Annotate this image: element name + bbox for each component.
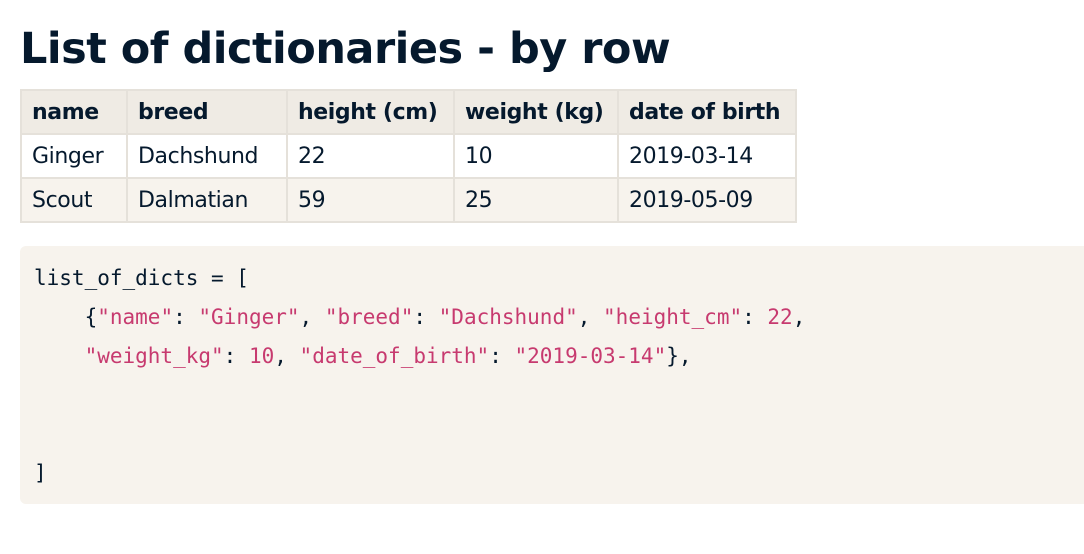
table-header-row: name breed height (cm) weight (kg) date … xyxy=(20,89,797,135)
page-title: List of dictionaries - by row xyxy=(20,24,671,74)
code-line-2: {"name": "Ginger", "breed": "Dachshund",… xyxy=(34,298,1084,337)
column-header-date-of-birth: date of birth xyxy=(617,89,797,135)
code-text: ] xyxy=(34,461,47,485)
code-number: 10 xyxy=(248,344,275,368)
code-punct: , xyxy=(274,344,300,368)
table-cell: Dachshund xyxy=(126,133,288,179)
code-punct: : xyxy=(413,305,439,329)
code-text: list_of_dicts = [ xyxy=(34,266,249,290)
code-punct: { xyxy=(84,305,98,329)
column-header-height: height (cm) xyxy=(286,89,455,135)
code-string: "date_of_birth" xyxy=(299,344,490,368)
table-row: Ginger Dachshund 22 10 2019-03-14 xyxy=(20,133,797,179)
code-line-1: list_of_dicts = [ xyxy=(34,259,1084,298)
code-string: "Ginger" xyxy=(198,305,300,329)
column-header-weight: weight (kg) xyxy=(453,89,619,135)
table-cell: Ginger xyxy=(20,133,128,179)
code-string: "breed" xyxy=(324,305,414,329)
code-line-3: "weight_kg": 10, "date_of_birth": "2019-… xyxy=(34,337,1084,376)
table-cell: Scout xyxy=(20,177,128,223)
code-string: "height_cm" xyxy=(603,305,743,329)
code-line-6: ] xyxy=(34,454,1084,493)
code-string: "2019-03-14" xyxy=(514,344,667,368)
table-cell: 2019-05-09 xyxy=(617,177,797,223)
table-row: Scout Dalmatian 59 25 2019-05-09 xyxy=(20,177,797,223)
code-punct: : xyxy=(223,344,249,368)
code-punct: : xyxy=(489,344,515,368)
code-block: list_of_dicts = [ {"name": "Ginger", "br… xyxy=(20,246,1084,504)
code-punct: , xyxy=(299,305,325,329)
table-cell: 22 xyxy=(286,133,455,179)
code-string: "weight_kg" xyxy=(84,344,224,368)
code-punct: : xyxy=(173,305,199,329)
table-cell: 2019-03-14 xyxy=(617,133,797,179)
code-string: "Dachshund" xyxy=(438,305,578,329)
code-string: "name" xyxy=(97,305,174,329)
code-punct: , xyxy=(792,305,806,329)
code-punct: : xyxy=(742,305,768,329)
code-punct: }, xyxy=(666,344,692,368)
table-cell: 25 xyxy=(453,177,619,223)
code-number: 22 xyxy=(767,305,793,329)
code-punct: , xyxy=(577,305,604,329)
table-cell: 59 xyxy=(286,177,455,223)
table-cell: Dalmatian xyxy=(126,177,288,223)
dog-data-table: name breed height (cm) weight (kg) date … xyxy=(20,89,797,223)
column-header-breed: breed xyxy=(126,89,288,135)
table-cell: 10 xyxy=(453,133,619,179)
column-header-name: name xyxy=(20,89,128,135)
